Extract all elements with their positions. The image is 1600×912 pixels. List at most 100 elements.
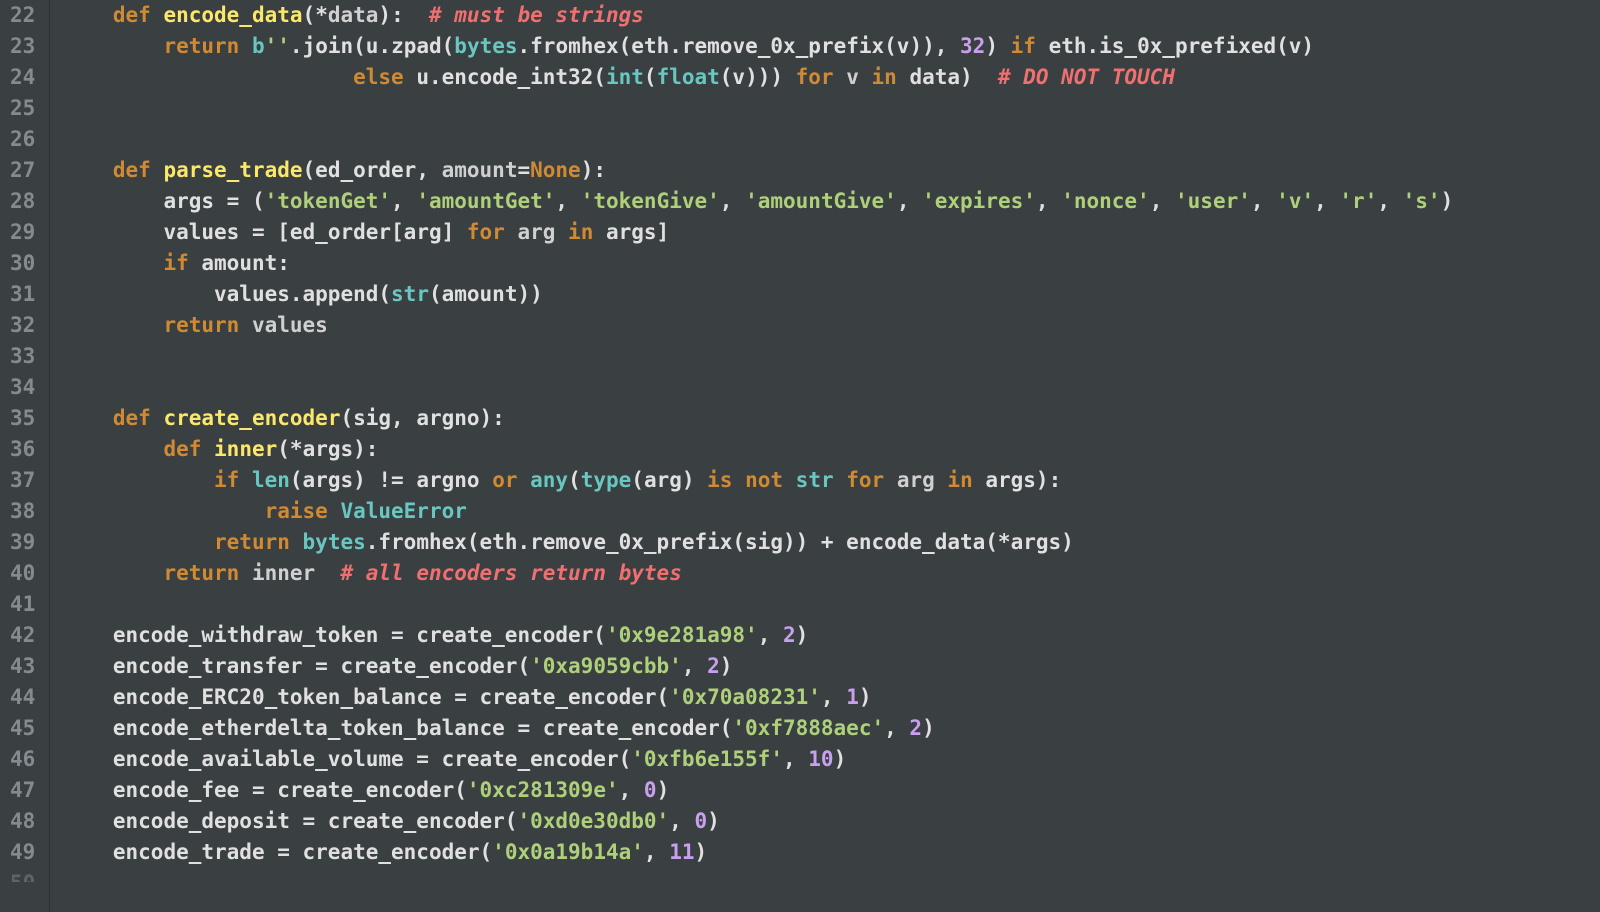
token-op: encode_fee = create_encoder( [113,778,467,802]
code-line[interactable]: return values [62,310,1600,341]
token-op: ( [277,437,290,461]
code-line[interactable]: return b''.join(u.zpad(bytes.fromhex(eth… [62,31,1600,62]
token-op: ) [720,654,733,678]
token-kw: def [113,158,164,182]
token-op: , [1377,189,1402,213]
token-str: '0xfb6e155f' [631,747,783,771]
token-num: 1 [846,685,859,709]
token-kw: if [163,251,188,275]
code-line[interactable]: encode_deposit = create_encoder('0xd0e30… [62,806,1600,837]
token-op: ): [581,158,606,182]
token-op: ) [985,34,1010,58]
token-str: 'r' [1339,189,1377,213]
code-line[interactable]: def create_encoder(sig, argno): [62,403,1600,434]
token-op: encode_ERC20_token_balance = create_enco… [113,685,669,709]
token-id: arg [884,468,947,492]
token-op: = [517,158,530,182]
token-op: args] [593,220,669,244]
code-line[interactable]: values.append(str(amount)) [62,279,1600,310]
token-op: , [555,189,580,213]
token-kw: for [846,468,884,492]
code-line[interactable]: encode_ERC20_token_balance = create_enco… [62,682,1600,713]
token-op: encode_trade = create_encoder( [113,840,492,864]
token-id: inner [252,561,341,585]
code-line[interactable]: def inner(*args): [62,434,1600,465]
token-kw: for [467,220,505,244]
token-fn: inner [214,437,277,461]
code-line[interactable]: if len(args) != argno or any(type(arg) i… [62,465,1600,496]
code-line[interactable]: return bytes.fromhex(eth.remove_0x_prefi… [62,527,1600,558]
token-kw: in [872,65,897,89]
line-number: 41 [10,589,35,620]
token-op: (v))) [720,65,796,89]
token-op: , [1150,189,1175,213]
token-op: ( [644,65,657,89]
token-builtin: b [252,34,265,58]
token-str: 'tokenGive' [581,189,720,213]
line-number: 28 [10,186,35,217]
code-line[interactable]: encode_transfer = create_encoder('0xa905… [62,651,1600,682]
line-number: 38 [10,496,35,527]
code-line[interactable]: else u.encode_int32(int(float(v))) for v… [62,62,1600,93]
token-op: ) [796,623,809,647]
code-line[interactable]: encode_withdraw_token = create_encoder('… [62,620,1600,651]
token-op: args): [973,468,1062,492]
token-num: 32 [960,34,985,58]
code-line[interactable]: def encode_data(*data): # must be string… [62,0,1600,31]
token-op: .join(u.zpad( [290,34,454,58]
code-line[interactable]: encode_etherdelta_token_balance = create… [62,713,1600,744]
token-op: , [1314,189,1339,213]
code-area[interactable]: def encode_data(*data): # must be string… [50,0,1600,912]
token-op: , [884,716,909,740]
code-line[interactable] [62,124,1600,155]
code-line[interactable]: def parse_trade(ed_order, amount=None): [62,155,1600,186]
token-op: (amount)) [429,282,543,306]
token-kw: raise [265,499,341,523]
token-op: args = ( [163,189,264,213]
line-number: 24 [10,62,35,93]
code-line[interactable] [62,589,1600,620]
token-op: data) [897,65,998,89]
code-line[interactable]: encode_available_volume = create_encoder… [62,744,1600,775]
code-line[interactable]: if amount: [62,248,1600,279]
code-line[interactable]: encode_trade = create_encoder('0x0a19b14… [62,837,1600,868]
token-op: args) [1011,530,1074,554]
token-kw: def [113,3,164,27]
token-op: , [669,809,694,833]
token-op: , [897,189,922,213]
token-op: , [682,654,707,678]
token-builtin: int [606,65,644,89]
token-builtin: str [391,282,429,306]
line-number: 27 [10,155,35,186]
code-line[interactable] [62,341,1600,372]
indent [62,189,163,213]
code-line[interactable]: encode_fee = create_encoder('0xc281309e'… [62,775,1600,806]
token-num: 2 [707,654,720,678]
token-op: encode_transfer = create_encoder( [113,654,530,678]
token-op: (sig, argno): [340,406,504,430]
token-num: 11 [669,840,694,864]
line-number: 39 [10,527,35,558]
line-number: 49 [10,837,35,868]
indent [62,251,163,275]
code-line[interactable] [62,372,1600,403]
code-line[interactable]: args = ('tokenGet', 'amountGet', 'tokenG… [62,186,1600,217]
indent [62,437,163,461]
line-number: 35 [10,403,35,434]
code-line[interactable]: values = [ed_order[arg] for arg in args] [62,217,1600,248]
code-line[interactable]: raise ValueError [62,496,1600,527]
token-builtin: bytes [454,34,517,58]
code-editor[interactable]: 2223242526272829303132333435363738394041… [0,0,1600,912]
token-builtin: str [796,468,834,492]
token-op: args): [303,437,379,461]
token-op: ) [657,778,670,802]
token-op: u.encode_int32( [404,65,606,89]
code-line[interactable] [62,93,1600,124]
code-line[interactable]: return inner # all encoders return bytes [62,558,1600,589]
token-none: None [530,158,581,182]
token-num: 2 [909,716,922,740]
token-op: , [783,747,808,771]
token-op: , [644,840,669,864]
token-str: '0xf7888aec' [732,716,884,740]
line-number: 22 [10,0,35,31]
